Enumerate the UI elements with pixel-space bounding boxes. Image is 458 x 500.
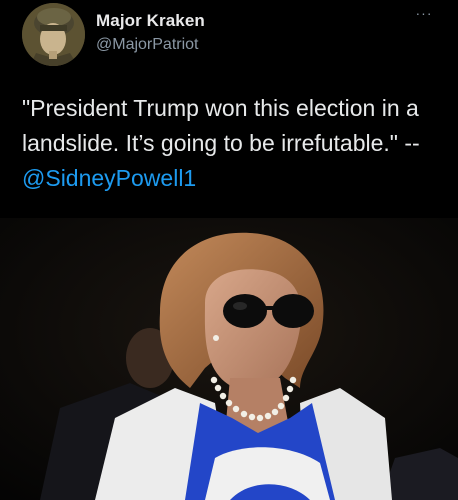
avatar-photo-icon bbox=[22, 3, 85, 66]
tweet-text: "President Trump won this election in a … bbox=[22, 91, 452, 196]
tweet: Major Kraken @MajorPatriot ··· "Presiden… bbox=[0, 0, 458, 500]
tweet-media[interactable] bbox=[0, 218, 458, 500]
author-handle[interactable]: @MajorPatriot bbox=[96, 36, 199, 54]
tweet-header: Major Kraken @MajorPatriot ··· bbox=[0, 0, 458, 80]
author-display-name[interactable]: Major Kraken bbox=[96, 11, 205, 31]
tweet-quote-text: "President Trump won this election in a … bbox=[22, 95, 420, 156]
more-options-icon[interactable]: ··· bbox=[410, 5, 438, 25]
photo-woman-sunglasses-icon bbox=[0, 218, 458, 500]
avatar[interactable] bbox=[22, 3, 85, 66]
mention-link[interactable]: @SidneyPowell1 bbox=[22, 165, 196, 191]
